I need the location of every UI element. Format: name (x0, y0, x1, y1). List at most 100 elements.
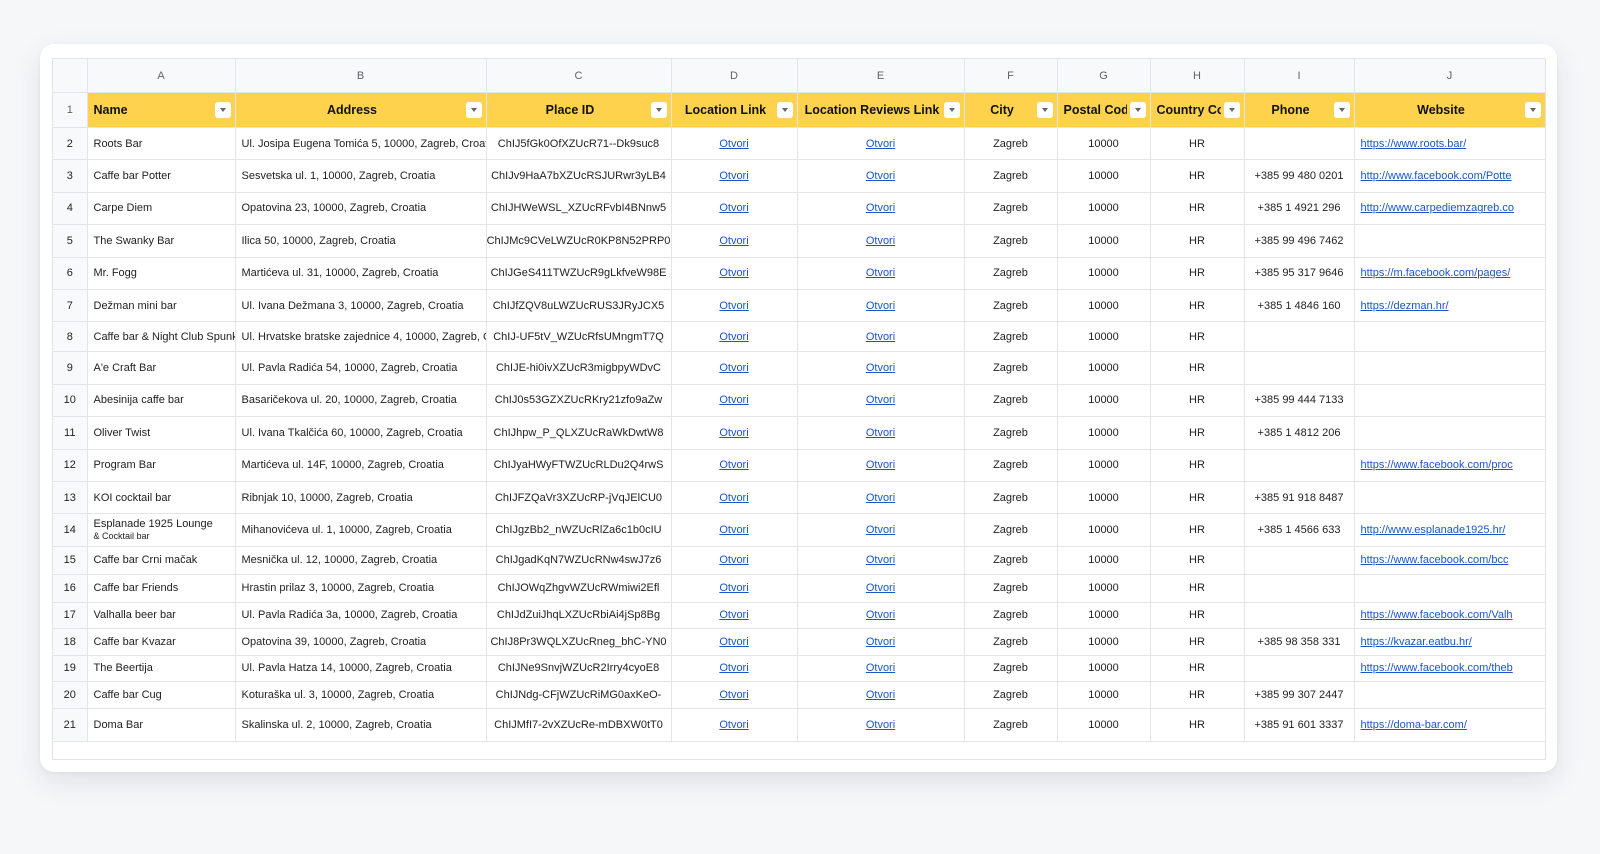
cell-rev[interactable]: Otvori (797, 681, 965, 709)
reviews-link[interactable]: Otvori (866, 394, 895, 406)
reviews-link[interactable]: Otvori (866, 582, 895, 594)
cell-address[interactable]: Ul. Ivana Dežmana 3, 10000, Zagreb, Croa… (235, 289, 487, 323)
row-number[interactable]: 8 (53, 321, 88, 353)
cell-address[interactable]: Sesvetska ul. 1, 10000, Zagreb, Croatia (235, 159, 487, 193)
cell-city[interactable]: Zagreb (964, 127, 1058, 161)
cell-loc[interactable]: Otvori (671, 257, 798, 290)
cell-place-id[interactable]: ChIJgzBb2_nWZUcRlZa6c1b0cIU (486, 513, 672, 547)
cell-city[interactable]: Zagreb (964, 192, 1058, 226)
location-link[interactable]: Otvori (719, 662, 748, 674)
reviews-link[interactable]: Otvori (866, 719, 895, 731)
row-number[interactable]: 15 (53, 546, 88, 575)
row-number[interactable]: 4 (53, 192, 88, 226)
cell-city[interactable]: Zagreb (964, 321, 1058, 353)
cell-postal[interactable]: 10000 (1057, 513, 1151, 547)
location-link[interactable]: Otvori (719, 202, 748, 214)
cell-name[interactable]: Valhalla beer bar (87, 602, 236, 629)
website-link[interactable]: https://www.facebook.com/bcc (1361, 554, 1509, 566)
cell-country[interactable]: HR (1150, 257, 1245, 290)
cell-loc[interactable]: Otvori (671, 708, 798, 742)
cell-phone[interactable] (1244, 655, 1355, 682)
row-number[interactable]: 21 (53, 708, 88, 742)
cell-city[interactable]: Zagreb (964, 159, 1058, 193)
row-number[interactable]: 9 (53, 351, 88, 385)
cell-place-id[interactable]: ChIJFZQaVr3XZUcRP-jVqJElCU0 (486, 481, 672, 515)
cell-place-id[interactable]: ChIJgadKqN7WZUcRNw4swJ7z6 (486, 546, 672, 575)
cell-website[interactable] (1354, 351, 1545, 385)
cell-name[interactable]: Carpe Diem (87, 192, 236, 226)
cell-address[interactable]: Mesnička ul. 12, 10000, Zagreb, Croatia (235, 546, 487, 575)
cell-country[interactable]: HR (1150, 321, 1245, 353)
cell-website[interactable] (1354, 321, 1545, 353)
cell-loc[interactable]: Otvori (671, 159, 798, 193)
cell-country[interactable]: HR (1150, 384, 1245, 418)
header-cell[interactable]: Website (1354, 92, 1545, 128)
cell-place-id[interactable]: ChIJfZQV8uLWZUcRUS3JRyJCX5 (486, 289, 672, 323)
cell-name[interactable]: KOI cocktail bar (87, 481, 236, 515)
cell-rev[interactable]: Otvori (797, 546, 965, 575)
reviews-link[interactable]: Otvori (866, 331, 895, 343)
cell-rev[interactable]: Otvori (797, 416, 965, 450)
cell-name[interactable]: Dežman mini bar (87, 289, 236, 323)
cell-postal[interactable]: 10000 (1057, 224, 1151, 258)
cell-phone[interactable]: +385 1 4921 296 (1244, 192, 1355, 226)
cell-country[interactable]: HR (1150, 416, 1245, 450)
header-cell[interactable]: Location Reviews Link (797, 92, 965, 128)
cell-website[interactable] (1354, 481, 1545, 515)
cell-address[interactable]: Basaričekova ul. 20, 10000, Zagreb, Croa… (235, 384, 487, 418)
cell-name[interactable]: Doma Bar (87, 708, 236, 742)
cell-city[interactable]: Zagreb (964, 257, 1058, 290)
cell-website[interactable]: https://www.facebook.com/bcc (1354, 546, 1545, 575)
cell-postal[interactable]: 10000 (1057, 449, 1151, 482)
cell-phone[interactable]: +385 91 601 3337 (1244, 708, 1355, 742)
row-number[interactable]: 16 (53, 574, 88, 603)
cell-city[interactable]: Zagreb (964, 224, 1058, 258)
cell-city[interactable]: Zagreb (964, 449, 1058, 482)
cell-rev[interactable]: Otvori (797, 449, 965, 482)
cell-postal[interactable]: 10000 (1057, 681, 1151, 709)
header-cell[interactable]: Name (87, 92, 236, 128)
cell-name[interactable]: Caffe bar & Night Club Spunk (87, 321, 236, 353)
row-number[interactable]: 18 (53, 628, 88, 656)
cell-phone[interactable] (1244, 574, 1355, 603)
cell-place-id[interactable]: ChIJv9HaA7bXZUcRSJURwr3yLB4 (486, 159, 672, 193)
filter-dropdown-icon[interactable] (1129, 102, 1146, 118)
cell-address[interactable]: Ul. Hrvatske bratske zajednice 4, 10000,… (235, 321, 487, 353)
header-cell[interactable]: Place ID (486, 92, 672, 128)
cell-website[interactable]: https://doma-bar.com/ (1354, 708, 1545, 742)
cell-country[interactable]: HR (1150, 449, 1245, 482)
row-number[interactable]: 19 (53, 655, 88, 682)
cell-name[interactable]: The Beertija (87, 655, 236, 682)
cell-loc[interactable]: Otvori (671, 602, 798, 629)
cell-place-id[interactable]: ChIJOWqZhgvWZUcRWmiwi2Efl (486, 574, 672, 603)
cell-website[interactable] (1354, 224, 1545, 258)
filter-dropdown-icon[interactable] (1036, 102, 1053, 118)
row-number[interactable]: 1 (53, 92, 88, 128)
location-link[interactable]: Otvori (719, 394, 748, 406)
cell-city[interactable]: Zagreb (964, 602, 1058, 629)
cell-website[interactable]: https://kvazar.eatbu.hr/ (1354, 628, 1545, 656)
filter-dropdown-icon[interactable] (1333, 102, 1350, 118)
row-number[interactable]: 17 (53, 602, 88, 629)
cell-place-id[interactable]: ChIJMfI7-2vXZUcRe-mDBXW0tT0 (486, 708, 672, 742)
website-link[interactable]: https://www.facebook.com/Valh (1361, 609, 1513, 621)
cell-place-id[interactable]: ChIJGeS411TWZUcR9gLkfveW98E (486, 257, 672, 290)
filter-dropdown-icon[interactable] (943, 102, 960, 118)
filter-dropdown-icon[interactable] (214, 102, 231, 118)
cell-loc[interactable]: Otvori (671, 224, 798, 258)
cell-address[interactable]: Ul. Pavla Hatza 14, 10000, Zagreb, Croat… (235, 655, 487, 682)
website-link[interactable]: https://www.facebook.com/proc (1361, 459, 1513, 471)
column-header-a[interactable]: A (87, 59, 236, 93)
cell-loc[interactable]: Otvori (671, 416, 798, 450)
reviews-link[interactable]: Otvori (866, 235, 895, 247)
cell-country[interactable]: HR (1150, 159, 1245, 193)
cell-country[interactable]: HR (1150, 224, 1245, 258)
row-number[interactable]: 7 (53, 289, 88, 323)
cell-postal[interactable]: 10000 (1057, 289, 1151, 323)
cell-country[interactable]: HR (1150, 546, 1245, 575)
cell-loc[interactable]: Otvori (671, 513, 798, 547)
cell-rev[interactable]: Otvori (797, 481, 965, 515)
location-link[interactable]: Otvori (719, 459, 748, 471)
website-link[interactable]: https://kvazar.eatbu.hr/ (1361, 636, 1472, 648)
row-number[interactable]: 11 (53, 416, 88, 450)
